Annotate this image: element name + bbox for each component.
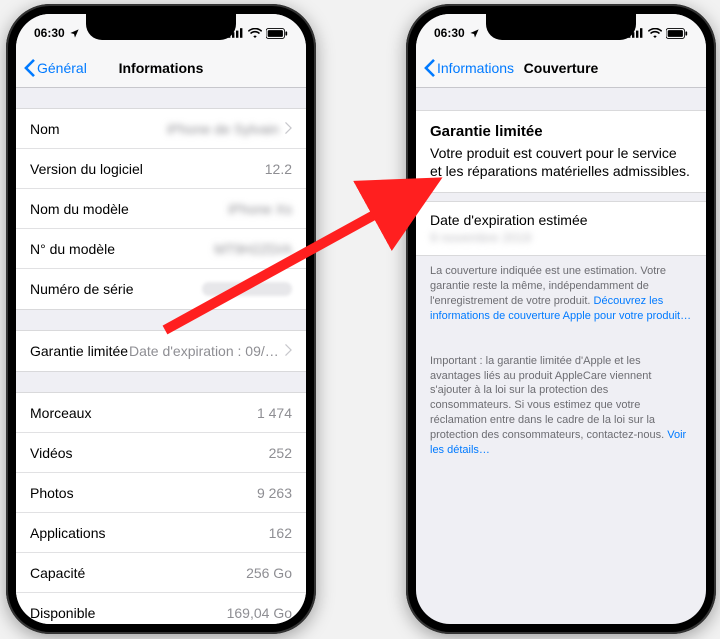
row-photos: Photos 9 263 (16, 473, 306, 513)
status-time: 06:30 (34, 26, 65, 40)
row-songs: Morceaux 1 474 (16, 393, 306, 433)
battery-icon (266, 28, 288, 39)
screen: 06:30 (16, 14, 306, 624)
back-label: Informations (437, 60, 514, 76)
back-label: Général (37, 60, 87, 76)
wifi-icon (248, 28, 262, 38)
location-arrow-icon (469, 28, 480, 39)
notch (86, 14, 236, 40)
row-videos: Vidéos 252 (16, 433, 306, 473)
info-group-media: Morceaux 1 474 Vidéos 252 Photos 9 263 A… (16, 392, 306, 624)
row-model-number: N° du modèle MT9H2ZD/A (16, 229, 306, 269)
note-text: Important : la garantie limitée d'Apple … (430, 355, 667, 441)
row-model-name: Nom du modèle iPhone Xs (16, 189, 306, 229)
footer-note-1: La couverture indiquée est une estimatio… (416, 256, 706, 323)
back-button[interactable]: Général (24, 59, 87, 77)
row-label: Capacité (30, 565, 85, 581)
coverage-body: Votre produit est couvert pour le servic… (430, 144, 692, 180)
row-capacity: Capacité 256 Go (16, 553, 306, 593)
wifi-icon (648, 28, 662, 38)
row-label: Morceaux (30, 405, 91, 421)
row-label: Version du logiciel (30, 161, 143, 177)
row-value: 256 Go (246, 565, 292, 581)
notch (486, 14, 636, 40)
status-time: 06:30 (434, 26, 465, 40)
row-label: Applications (30, 525, 106, 541)
chevron-left-icon (24, 59, 35, 77)
row-label: Garantie limitée (30, 343, 128, 359)
expiration-label: Date d'expiration estimée (430, 212, 692, 228)
location-arrow-icon (69, 28, 80, 39)
row-serial: Numéro de série (16, 269, 306, 309)
row-label: Nom du modèle (30, 201, 129, 217)
row-label: Disponible (30, 605, 95, 621)
row-value: 252 (269, 445, 292, 461)
row-label: Nom (30, 121, 60, 137)
coverage-title: Garantie limitée (430, 123, 692, 140)
row-value: 169,04 Go (227, 605, 292, 621)
content: Garantie limitée Votre produit est couve… (416, 88, 706, 624)
row-label: N° du modèle (30, 241, 115, 257)
expiration-row: Date d'expiration estimée 9 novembre 201… (416, 201, 706, 256)
row-value: 12.2 (265, 161, 292, 177)
info-group-warranty: Garantie limitée Date d'expiration : 09/… (16, 330, 306, 372)
row-label: Numéro de série (30, 281, 134, 297)
row-value: iPhone Xs (228, 201, 292, 217)
row-value-redacted (202, 282, 292, 296)
phone-left: 06:30 (6, 4, 316, 634)
back-button[interactable]: Informations (424, 59, 514, 77)
row-name[interactable]: Nom iPhone de Sylvain (16, 109, 306, 149)
row-value: 162 (269, 525, 292, 541)
info-group-1: Nom iPhone de Sylvain Version du logicie… (16, 108, 306, 310)
navbar: Informations Couverture (416, 48, 706, 88)
battery-icon (666, 28, 688, 39)
chevron-left-icon (424, 59, 435, 77)
chevron-right-icon (285, 121, 292, 137)
navbar: Général Informations (16, 48, 306, 88)
row-value: iPhone de Sylvain (167, 121, 279, 137)
row-value: 9 263 (257, 485, 292, 501)
phone-right: 06:30 (406, 4, 716, 634)
row-value: MT9H2ZD/A (214, 241, 292, 257)
expiration-value: 9 novembre 2019 (430, 230, 692, 245)
row-label: Photos (30, 485, 74, 501)
screen: 06:30 (416, 14, 706, 624)
row-warranty[interactable]: Garantie limitée Date d'expiration : 09/… (16, 331, 306, 371)
row-value: Date d'expiration : 09/1… (129, 343, 279, 359)
row-apps: Applications 162 (16, 513, 306, 553)
coverage-header: Garantie limitée Votre produit est couve… (416, 110, 706, 193)
row-label: Vidéos (30, 445, 73, 461)
row-value: 1 474 (257, 405, 292, 421)
row-available: Disponible 169,04 Go (16, 593, 306, 624)
footer-note-2: Important : la garantie limitée d'Apple … (416, 346, 706, 458)
row-software-version: Version du logiciel 12.2 (16, 149, 306, 189)
chevron-right-icon (285, 343, 292, 359)
content: Nom iPhone de Sylvain Version du logicie… (16, 88, 306, 624)
